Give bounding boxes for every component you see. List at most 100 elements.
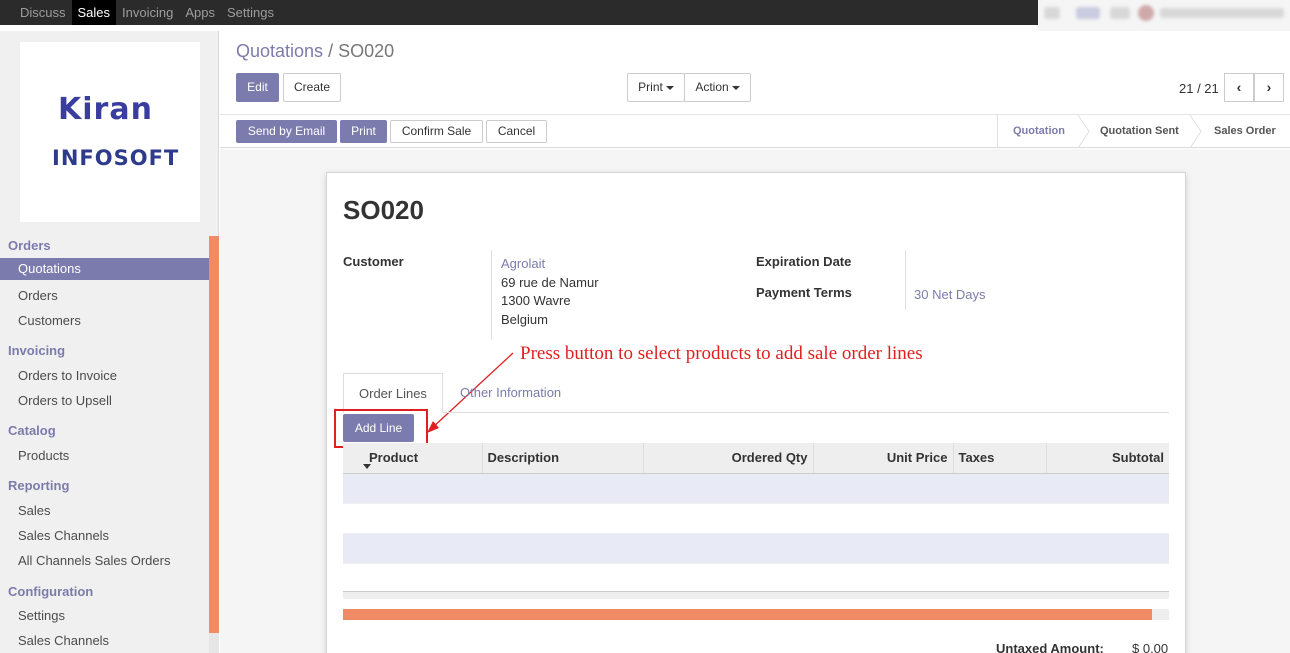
breadcrumb: Quotations / SO020 [236,41,394,62]
pager-next-button[interactable]: › [1254,73,1284,102]
sidebar-item-orders-to-upsell[interactable]: Orders to Upsell [18,393,112,408]
app-menu: Discuss Sales Invoicing Apps Settings [14,0,280,25]
order-title: SO020 [343,195,424,225]
main-content: Quotations / SO020 Edit Create Print Act… [220,31,1290,653]
field-divider [905,250,906,310]
cancel-button[interactable]: Cancel [486,120,547,143]
empty-cell [343,503,1169,534]
address-line-2: 1300 Wavre [501,293,571,308]
horizontal-scrollbar[interactable] [343,609,1169,620]
chevron-right-icon: › [1266,79,1272,95]
empty-cell [343,473,1169,504]
action-dropdown-label: Action [695,80,729,94]
menu-discuss[interactable]: Discuss [14,0,72,25]
sidebar-item-orders-to-invoice[interactable]: Orders to Invoice [18,368,117,383]
sidebar-item-sales[interactable]: Sales [18,503,51,518]
address-line-3: Belgium [501,312,548,327]
print-dropdown[interactable]: Print [627,73,685,102]
menu-settings[interactable]: Settings [221,0,280,25]
sidebar-item-sales-channels[interactable]: Sales Channels [18,528,109,543]
statusbar: Send by Email Print Confirm Sale Cancel … [220,114,1290,148]
stage-arrow-separator [1190,115,1202,148]
form-tabs: Order Lines Other Information [343,373,1169,413]
section-invoicing: Invoicing [8,343,66,358]
table-row [343,533,1169,564]
table-row [343,503,1169,534]
caret-down-icon [665,85,674,90]
sort-caret-icon [363,464,371,469]
payment-terms-label: Payment Terms [756,285,852,300]
payment-terms-link[interactable]: 30 Net Days [914,287,986,302]
send-by-email-button[interactable]: Send by Email [236,120,337,143]
company-logo: Kiran INFOSOFT [20,42,200,222]
empty-cell [343,563,1169,594]
logo-text-kiran: Kiran [58,92,153,127]
print-dropdown-label: Print [638,80,663,94]
edit-button[interactable]: Edit [236,73,279,102]
form-sheet: SO020 Customer Agrolait 69 rue de Namur … [326,172,1186,653]
table-row [343,473,1169,504]
annotation-text: Press button to select products to add s… [520,343,923,364]
table-header-row: Product Description Ordered Qty Unit Pri… [343,443,1169,474]
table-footer [343,592,1169,599]
column-subtotal[interactable]: Subtotal [1046,443,1169,474]
chevron-left-icon: ‹ [1236,79,1242,95]
stage-sales-order[interactable]: Sales Order [1214,115,1276,148]
breadcrumb-quotations[interactable]: Quotations [236,41,323,61]
confirm-sale-button[interactable]: Confirm Sale [390,120,483,143]
customer-link[interactable]: Agrolait [501,256,545,271]
sidebar-item-config-sales-channels[interactable]: Sales Channels [18,633,109,648]
stage-quotation-sent[interactable]: Quotation Sent [1100,115,1179,148]
column-product[interactable]: Product [343,443,483,474]
field-divider [491,250,492,340]
blurred-icon[interactable] [1076,7,1100,19]
customer-label: Customer [343,254,404,269]
column-taxes[interactable]: Taxes [953,443,1047,474]
create-button[interactable]: Create [283,73,341,102]
section-orders: Orders [8,238,51,253]
table-row [343,563,1169,594]
expiration-date-label: Expiration Date [756,254,852,269]
order-lines-table: Product Description Ordered Qty Unit Pri… [343,443,1169,594]
column-ordered-qty[interactable]: Ordered Qty [643,443,814,474]
sidebar-scrollbar-thumb[interactable] [209,236,219,633]
blurred-icon[interactable] [1044,7,1060,19]
user-area-blurred [1038,0,1290,31]
action-dropdown[interactable]: Action [684,73,751,102]
empty-cell [343,533,1169,564]
print-button[interactable]: Print [340,120,387,143]
sidebar-item-customers[interactable]: Customers [18,313,81,328]
sidebar-item-settings[interactable]: Settings [18,608,65,623]
sidebar-item-all-channels-sales-orders[interactable]: All Channels Sales Orders [18,553,170,568]
sidebar-item-orders[interactable]: Orders [18,288,58,303]
untaxed-amount-label: Untaxed Amount: [996,641,1104,653]
untaxed-amount-value: $ 0.00 [1132,641,1169,653]
stage-quotation[interactable]: Quotation [1013,115,1065,148]
menu-invoicing[interactable]: Invoicing [116,0,179,25]
section-catalog: Catalog [8,423,56,438]
section-configuration: Configuration [8,584,94,599]
menu-sales[interactable]: Sales [71,0,117,25]
column-description[interactable]: Description [482,443,644,474]
pager-previous-button[interactable]: ‹ [1224,73,1254,102]
menu-apps[interactable]: Apps [179,0,221,25]
pager-value: 21 / 21 [1179,81,1219,96]
column-unit-price[interactable]: Unit Price [813,443,954,474]
sidebar-item-quotations[interactable]: Quotations [0,258,209,280]
logo-text-infosoft: INFOSOFT [52,146,180,170]
horizontal-scrollbar-thumb[interactable] [343,609,1153,620]
stage-arrow-separator [1078,115,1090,148]
avatar[interactable] [1138,5,1154,21]
address-line-1: 69 rue de Namur [501,275,599,290]
section-reporting: Reporting [8,478,70,493]
statusbar-divider [997,115,998,148]
tab-order-lines[interactable]: Order Lines [343,373,443,413]
top-navbar: Discuss Sales Invoicing Apps Settings [0,0,1290,31]
breadcrumb-separator: / [328,41,334,61]
breadcrumb-current: SO020 [338,41,395,61]
blurred-user-name[interactable] [1160,8,1284,18]
blurred-icon[interactable] [1110,7,1130,19]
caret-down-icon [731,85,740,90]
tab-other-information[interactable]: Other Information [445,373,576,413]
sidebar-item-products[interactable]: Products [18,448,69,463]
